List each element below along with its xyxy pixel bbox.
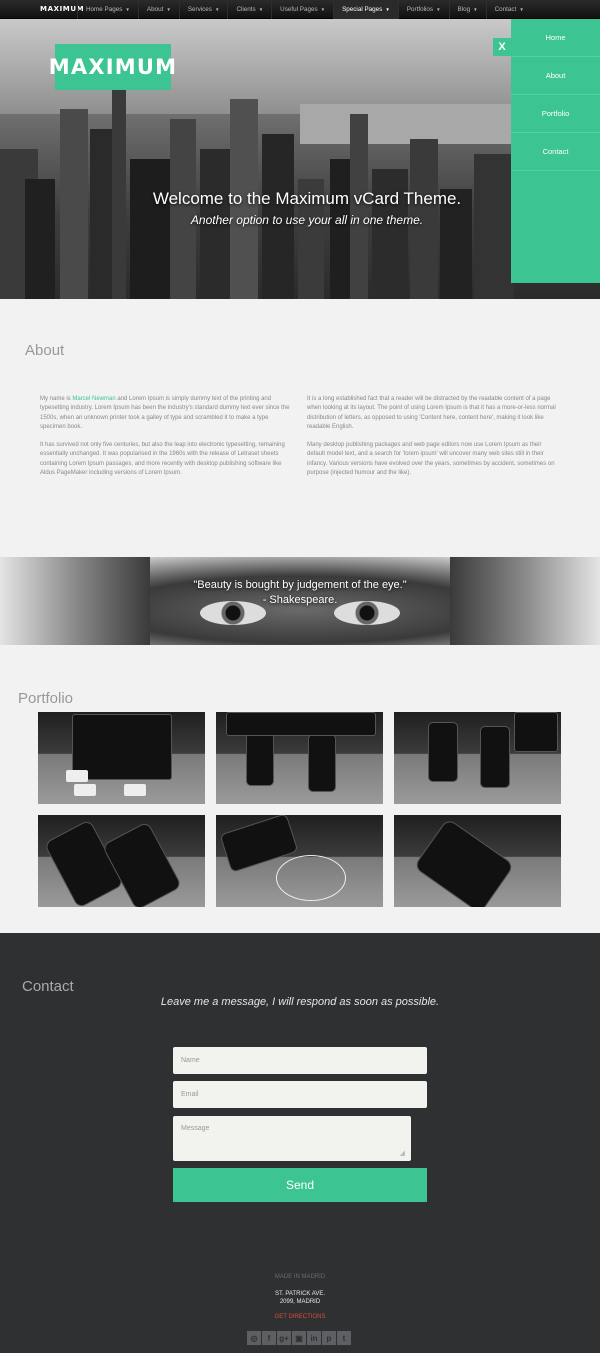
hero-subtitle: Another option to use your all in one th…: [190, 213, 424, 227]
site-logo[interactable]: MAXIMUM: [49, 44, 176, 90]
tablet-image: [226, 712, 376, 736]
google-plus-icon[interactable]: g+: [277, 1331, 291, 1345]
nav-item-label: Useful Pages: [280, 5, 318, 13]
about-column-left: My name is Marcel Newman and Lorem Ipsum…: [40, 395, 292, 487]
about-paragraph: It has survived not only five centuries,…: [40, 442, 285, 477]
nav-item-about[interactable]: About ▼: [137, 0, 179, 19]
nav-item-label: Blog: [457, 5, 471, 13]
portfolio-item[interactable]: [394, 815, 561, 907]
nav-item-label: Services: [187, 5, 212, 13]
nav-item-label: Contact: [494, 5, 517, 13]
email-placeholder: Email: [181, 1091, 199, 1098]
caret-down-icon: ▼: [320, 6, 326, 12]
caret-down-icon: ▼: [436, 6, 441, 12]
caret-down-icon: ▼: [214, 6, 220, 12]
earphones-image: [276, 855, 346, 901]
pinterest-icon[interactable]: p: [322, 1331, 336, 1345]
close-menu-button[interactable]: X: [493, 38, 511, 56]
author-name-link[interactable]: Marcel Newman: [72, 396, 115, 402]
nav-item-home-pages[interactable]: Home Pages ▼: [77, 0, 138, 19]
phone-image: [480, 726, 510, 788]
caret-down-icon: ▼: [166, 6, 171, 12]
caret-down-icon: ▼: [258, 6, 264, 12]
phone-image: [428, 722, 458, 782]
message-field[interactable]: Message ◢: [173, 1116, 411, 1161]
about-paragraph: My name is Marcel Newman and Lorem Ipsum…: [40, 395, 292, 432]
top-navbar: MAXIMUM Home Pages ▼ About ▼ Services ▼ Cli…: [0, 0, 600, 19]
quote-author: - Shakespeare.: [262, 594, 338, 606]
caret-down-icon: ▼: [519, 6, 524, 12]
get-directions-link[interactable]: GET DIRECTIONS: [0, 1314, 600, 1320]
quote-text: "Beauty is bought by judgement of the ey…: [0, 578, 600, 608]
tablet-image: [514, 712, 558, 752]
email-field[interactable]: Email: [173, 1081, 427, 1108]
side-menu-item-contact[interactable]: Contact: [511, 133, 600, 171]
nav-item-label: Special Pages: [342, 5, 383, 13]
nav-item-label: Clients: [236, 5, 256, 13]
phone-image: [101, 821, 183, 907]
nav-item-blog[interactable]: Blog ▼: [448, 0, 486, 19]
side-menu-item-portfolio[interactable]: Portfolio: [511, 95, 600, 133]
contact-title: Contact: [22, 978, 74, 995]
hero-banner: MAXIMUM Welcome to the Maximum vCard The…: [0, 19, 600, 299]
contact-section: Contact Leave me a message, I will respo…: [0, 933, 600, 1353]
contact-lead-text: Leave me a message, I will respond as so…: [160, 996, 440, 1008]
instagram-icon[interactable]: ▣: [292, 1331, 306, 1345]
about-title: About: [25, 342, 65, 359]
about-paragraph: Many desktop publishing packages and web…: [307, 442, 555, 477]
portfolio-item[interactable]: [216, 712, 383, 804]
nav-item-services[interactable]: Services ▼: [178, 0, 228, 19]
hero-river: [300, 104, 520, 144]
portfolio-item[interactable]: [394, 712, 561, 804]
phone-image: [308, 734, 336, 792]
portfolio-title: Portfolio: [18, 690, 74, 707]
caret-down-icon: ▼: [473, 6, 478, 12]
nav-item-portfolios[interactable]: Portfolios ▼: [397, 0, 449, 19]
made-in-text: MADE IN MADRID: [274, 1274, 326, 1280]
about-column-right: It is a long established fact that a rea…: [307, 395, 559, 487]
side-menu-item-home[interactable]: Home: [511, 19, 600, 57]
quote-line: "Beauty is bought by judgement of the ey…: [193, 579, 407, 591]
about-text: My name is: [40, 396, 73, 402]
nav-item-contact[interactable]: Contact ▼: [485, 0, 532, 19]
nav-item-special-pages[interactable]: Special Pages ▼: [333, 0, 398, 19]
portfolio-item[interactable]: [216, 815, 383, 907]
quote-banner: "Beauty is bought by judgement of the ey…: [0, 557, 600, 645]
nav-brand-logo[interactable]: MAXIMUM: [40, 5, 84, 13]
hero-title: Welcome to the Maximum vCard Theme.: [152, 189, 462, 208]
social-links: ◎ f g+ ▣ in p t: [247, 1331, 351, 1345]
resize-handle-icon[interactable]: ◢: [400, 1149, 405, 1157]
about-paragraph: It is a long established fact that a rea…: [307, 396, 556, 430]
message-placeholder: Message: [181, 1125, 210, 1132]
nav-item-useful-pages[interactable]: Useful Pages ▼: [271, 0, 333, 19]
name-field[interactable]: Name: [173, 1047, 427, 1074]
linkedin-icon[interactable]: in: [307, 1331, 321, 1345]
send-button[interactable]: Send: [173, 1168, 427, 1202]
address-line: 2099, MADRID: [279, 1299, 321, 1305]
phone-image: [246, 728, 274, 786]
nav-item-label: Home Pages: [86, 5, 123, 13]
nav-item-label: Portfolios: [406, 5, 434, 13]
facebook-icon[interactable]: f: [262, 1331, 276, 1345]
nav-item-label: About: [146, 5, 164, 13]
portfolio-item[interactable]: [38, 712, 205, 804]
nav-item-clients[interactable]: Clients ▼: [227, 0, 271, 19]
side-menu: Home About Portfolio Contact: [511, 19, 600, 283]
address-line: ST. PATRICK AVE.: [274, 1291, 325, 1297]
caret-down-icon: ▼: [385, 6, 390, 12]
caret-down-icon: ▼: [125, 6, 130, 12]
side-menu-item-about[interactable]: About: [511, 57, 600, 95]
twitter-icon[interactable]: t: [337, 1331, 351, 1345]
dribbble-icon[interactable]: ◎: [247, 1331, 261, 1345]
portfolio-item[interactable]: [38, 815, 205, 907]
phone-image: [413, 817, 515, 907]
name-placeholder: Name: [181, 1057, 200, 1064]
